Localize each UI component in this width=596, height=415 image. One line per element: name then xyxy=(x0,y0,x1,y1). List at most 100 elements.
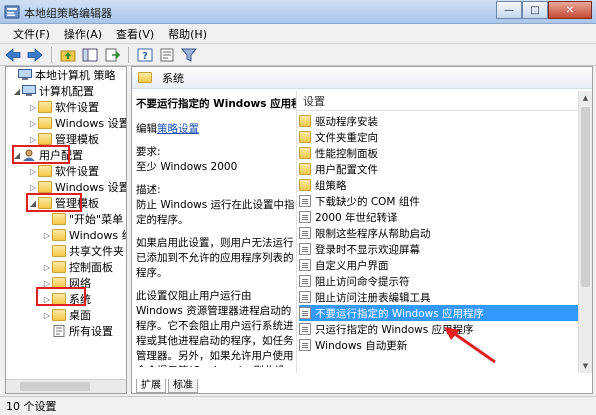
collapsed-arrow-icon[interactable]: ▷ xyxy=(28,119,38,128)
folder-icon xyxy=(299,131,311,143)
forward-icon[interactable] xyxy=(26,46,44,64)
expanded-arrow-icon[interactable]: ◢ xyxy=(12,87,22,96)
tree-item-control-panel[interactable]: ▷ 控制面板 xyxy=(42,259,113,275)
list-item-label: 限制这些程序从帮助启动 xyxy=(315,227,431,240)
tree-item-local-policy[interactable]: 本地计算机 策略 xyxy=(8,67,116,83)
list-item[interactable]: Windows 自动更新 xyxy=(299,337,579,353)
list-item[interactable]: 自定义用户界面 xyxy=(299,257,579,273)
tree-item-all-settings[interactable]: 所有设置 xyxy=(42,323,113,339)
folder-icon xyxy=(52,309,66,321)
list-item[interactable]: 阻止访问注册表编辑工具 xyxy=(299,289,579,305)
folder-icon xyxy=(52,245,66,257)
list-vertical-scrollbar[interactable]: ▲ ▼ xyxy=(578,91,592,373)
collapsed-arrow-icon[interactable]: ▷ xyxy=(28,183,38,192)
list-item[interactable]: 用户配置文件 xyxy=(299,161,579,177)
close-button[interactable]: ✕ xyxy=(548,1,592,19)
tree-pane[interactable]: 本地计算机 策略 ◢ 计算机配置 ▷ 软件设置 ▷ Windows 设置 ▷ 管… xyxy=(5,66,127,394)
policy-title: 不要运行指定的 Windows 应用程序 xyxy=(136,98,296,110)
tree-item-label: Windows 组件 xyxy=(69,229,126,242)
tree-item-label: 计算机配置 xyxy=(39,85,94,98)
list-item-label: 自定义用户界面 xyxy=(315,259,389,272)
requirement-label: 要求: xyxy=(136,146,161,158)
maximize-button[interactable]: □ xyxy=(522,1,548,19)
tree-horizontal-scrollbar[interactable] xyxy=(6,379,126,393)
collapsed-arrow-icon[interactable]: ▷ xyxy=(28,103,38,112)
folder-icon xyxy=(299,147,311,159)
menu-file[interactable]: 文件(F) xyxy=(6,26,57,42)
list-item[interactable]: 只运行指定的 Windows 应用程序 xyxy=(299,321,579,337)
annotation-box-admin-templates xyxy=(26,193,82,212)
collapsed-arrow-icon[interactable]: ▷ xyxy=(42,231,52,240)
up-folder-icon[interactable] xyxy=(59,46,77,64)
toolbar-separator xyxy=(51,46,52,63)
edit-policy-link[interactable]: 策略设置 xyxy=(157,123,199,135)
list-item-label: 用户配置文件 xyxy=(315,163,378,176)
setting-icon xyxy=(299,323,311,335)
folder-icon xyxy=(138,72,152,83)
menu-help[interactable]: 帮助(H) xyxy=(161,26,214,42)
list-item[interactable]: 2000 年世纪转译 xyxy=(299,209,579,225)
menu-bar: 文件(F) 操作(A) 查看(V) 帮助(H) xyxy=(0,24,596,44)
scroll-down-icon[interactable]: ▼ xyxy=(579,359,592,373)
tab-extended[interactable]: 扩展 xyxy=(136,379,166,393)
list-item[interactable]: 性能控制面板 xyxy=(299,145,579,161)
minimize-button[interactable]: — xyxy=(496,1,522,19)
tree-item-software-settings[interactable]: ▷ 软件设置 xyxy=(28,99,99,115)
back-icon[interactable] xyxy=(4,46,22,64)
column-header-setting[interactable]: 设置 xyxy=(297,91,579,111)
list-item[interactable]: 驱动程序安装 xyxy=(299,113,579,129)
description-label: 描述: xyxy=(136,184,161,196)
tree-item-shared-folders[interactable]: 共享文件夹 xyxy=(42,243,124,259)
list-item[interactable]: 组策略 xyxy=(299,177,579,193)
details-header: 系统 xyxy=(132,67,592,89)
list-item[interactable]: 下载缺少的 COM 组件 xyxy=(299,193,579,209)
tree-item-label: 所有设置 xyxy=(69,325,113,338)
tree-item-label: 控制面板 xyxy=(69,261,113,274)
description-text-2: 如果启用此设置，则用户无法运行已添加到不允许的应用程序列表的程序。 xyxy=(136,237,294,279)
list-item[interactable]: 登录时不显示欢迎屏幕 xyxy=(299,241,579,257)
annotation-arrow-icon xyxy=(444,327,496,364)
toolbar: ? xyxy=(0,44,596,66)
scroll-thumb[interactable] xyxy=(20,382,90,391)
list-item-label: Windows 自动更新 xyxy=(315,339,408,352)
collapsed-arrow-icon[interactable]: ▷ xyxy=(42,311,52,320)
list-item-label: 性能控制面板 xyxy=(315,147,378,160)
setting-icon xyxy=(299,307,311,319)
list-item[interactable]: 阻止访问命令提示符 xyxy=(299,273,579,289)
tree-item-windows-components[interactable]: ▷ Windows 组件 xyxy=(42,227,126,243)
folder-icon xyxy=(38,117,52,129)
tree-item-user-software-settings[interactable]: ▷ 软件设置 xyxy=(28,163,99,179)
collapsed-arrow-icon[interactable]: ▷ xyxy=(28,167,38,176)
list-item-selected[interactable]: 不要运行指定的 Windows 应用程序 xyxy=(299,305,579,321)
tab-standard[interactable]: 标准 xyxy=(168,379,198,393)
properties-icon[interactable] xyxy=(158,46,176,64)
list-item[interactable]: 文件夹重定向 xyxy=(299,129,579,145)
help-icon[interactable]: ? xyxy=(136,46,154,64)
list-item[interactable]: 限制这些程序从帮助启动 xyxy=(299,225,579,241)
scroll-up-icon[interactable]: ▲ xyxy=(579,91,592,105)
svg-text:?: ? xyxy=(142,51,148,62)
tree-item-desktop[interactable]: ▷ 桌面 xyxy=(42,307,91,323)
main-area: 本地计算机 策略 ◢ 计算机配置 ▷ 软件设置 ▷ Windows 设置 ▷ 管… xyxy=(0,66,596,396)
folder-icon xyxy=(52,229,66,241)
scroll-thumb[interactable] xyxy=(581,107,590,287)
tree-item-start-menu[interactable]: "开始"菜单 xyxy=(42,211,123,227)
policy-description: 不要运行指定的 Windows 应用程序 编辑策略设置 要求: 至少 Windo… xyxy=(136,97,296,367)
setting-icon xyxy=(299,339,311,351)
collapsed-arrow-icon[interactable]: ▷ xyxy=(28,135,38,144)
tree-item-computer-config[interactable]: ◢ 计算机配置 xyxy=(12,83,94,99)
tree-item-windows-settings[interactable]: ▷ Windows 设置 xyxy=(28,115,126,131)
list-item-label: 2000 年世纪转译 xyxy=(315,211,398,224)
export-icon[interactable] xyxy=(103,46,121,64)
collapsed-arrow-icon[interactable]: ▷ xyxy=(42,263,52,272)
tree-item-label: 软件设置 xyxy=(55,101,99,114)
menu-view[interactable]: 查看(V) xyxy=(109,26,161,42)
list-item-label: 驱动程序安装 xyxy=(315,115,378,128)
app-icon xyxy=(4,5,20,19)
requirement-value: 至少 Windows 2000 xyxy=(136,161,238,173)
show-hide-tree-icon[interactable] xyxy=(81,46,99,64)
menu-action[interactable]: 操作(A) xyxy=(57,26,109,42)
filter-icon[interactable] xyxy=(180,46,198,64)
setting-icon xyxy=(299,275,311,287)
list-item-label: 下载缺少的 COM 组件 xyxy=(315,195,420,208)
